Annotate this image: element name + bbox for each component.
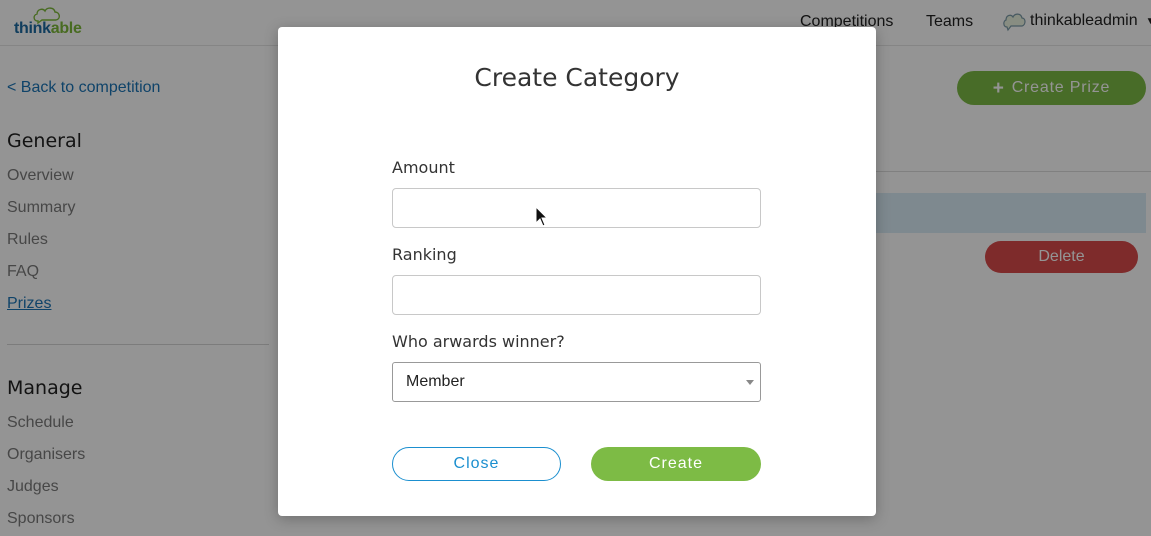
modal-title: Create Category: [474, 63, 680, 92]
awarder-select[interactable]: Member: [392, 362, 761, 402]
create-category-modal: Create Category Amount Ranking Who arwar…: [278, 27, 876, 516]
awarder-selected-value: Member: [406, 373, 465, 390]
ranking-input[interactable]: [392, 275, 761, 315]
mouse-cursor-icon: [535, 206, 549, 227]
amount-input[interactable]: [392, 188, 761, 228]
awarder-label: Who arwards winner?: [392, 332, 565, 351]
close-button[interactable]: Close: [392, 447, 561, 481]
amount-label: Amount: [392, 158, 455, 177]
select-caret-icon: [746, 380, 754, 385]
ranking-label: Ranking: [392, 245, 457, 264]
create-button[interactable]: Create: [591, 447, 761, 481]
